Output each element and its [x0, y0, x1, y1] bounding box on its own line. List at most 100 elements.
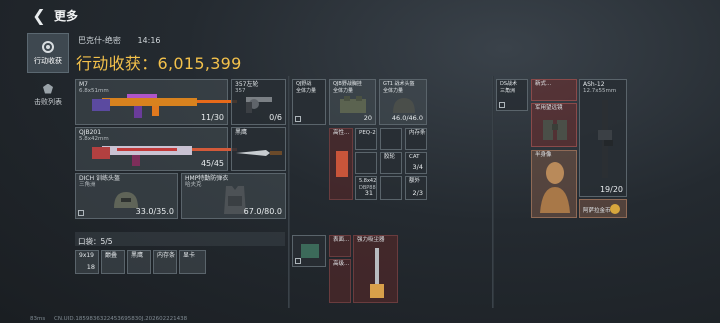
rig-slot[interactable]: CAT 3/4 — [405, 152, 427, 174]
match-time: 14:16 — [137, 36, 161, 45]
item-name: 阿萨拉金币 — [583, 208, 611, 214]
revolver-icon — [246, 97, 272, 113]
divider — [492, 76, 494, 308]
pouch-item[interactable]: 内存条 — [153, 250, 177, 274]
pouch-item[interactable]: 黑鹰 — [127, 250, 151, 274]
chest-rig-icon — [340, 96, 366, 113]
tab-operation-gains-label: 行动收获 — [34, 56, 62, 65]
rig-slot[interactable]: 内存条 — [405, 128, 427, 150]
case-item[interactable]: 阿萨拉金币 — [579, 199, 627, 218]
pouch-item[interactable]: 巅叠 — [101, 250, 125, 274]
item-name: 内存条 — [409, 130, 426, 136]
item-name: 9x19 — [79, 252, 95, 259]
pouch-item[interactable]: 9x19 18 — [75, 250, 99, 274]
ammo-count: 0/6 — [269, 113, 282, 122]
item-name: 内存条 — [157, 252, 176, 259]
top-bar: ❮ 更多 — [0, 0, 720, 30]
item-name: 新式... — [535, 81, 552, 87]
lock-icon — [78, 210, 84, 216]
item-faction: 哈夫克 — [185, 182, 202, 188]
tab-operation-gains[interactable]: 行动收获 — [27, 33, 69, 73]
backpack-item[interactable]: 高级... — [329, 259, 351, 303]
item-name: 显卡 — [183, 252, 196, 259]
item-name: 5.8x42 — [359, 178, 377, 184]
rig-slot[interactable] — [355, 152, 377, 174]
page-title: 更多 — [54, 8, 79, 23]
rig-slot[interactable]: QJ野战 全体力量 — [292, 79, 326, 125]
slot-primary-weapon[interactable]: M7 6.8x51mm 11/30 — [75, 79, 237, 125]
item-name: 357左轮 — [235, 81, 259, 88]
item-name: ASh-12 — [583, 81, 605, 88]
item-name: QJB201 — [79, 129, 102, 136]
item-count: 2/3 — [412, 189, 423, 197]
slot-pistol[interactable]: 357左轮 357 0/6 — [231, 79, 286, 125]
rig-slot[interactable]: 5.8x42 DBP88 31 — [355, 176, 377, 200]
bust-statue-icon — [540, 162, 570, 213]
durability: 33.0/35.0 — [135, 207, 174, 216]
binoculars-icon — [543, 120, 567, 140]
match-info: 巴克什-绝密 14:16 — [78, 35, 175, 46]
item-name: QJ野战 全体力量 — [296, 81, 317, 94]
case-slot[interactable]: DS战术 三角洲 — [496, 79, 528, 111]
item-name: 高性... — [333, 130, 350, 136]
ammo-count: 45/45 — [200, 159, 224, 168]
pouch-count: 5/5 — [100, 237, 113, 246]
divider — [288, 76, 290, 308]
helmet-icon — [393, 98, 415, 113]
item-count: 18 — [86, 263, 95, 271]
item-name: 半身像 — [535, 152, 552, 158]
case-item[interactable]: 新式... — [531, 79, 577, 101]
item-name: GT1 战术头盔 全体力量 — [383, 81, 415, 94]
back-arrow-icon[interactable]: ❮ — [28, 4, 50, 26]
item-name: DS战术 三角洲 — [500, 81, 518, 94]
tab-kill-list[interactable]: 击败列表 — [27, 75, 69, 115]
case-item-weapon[interactable]: ASh-12 12.7x55mm 19/20 — [579, 79, 627, 197]
item-name: HMP特勤防弹衣 — [185, 175, 229, 182]
item-name: 强力吸尘器 — [357, 237, 385, 243]
pouch-item[interactable]: 显卡 — [179, 250, 206, 274]
lock-icon — [499, 102, 505, 108]
item-count: 31 — [364, 189, 373, 197]
item-caliber: 12.7x55mm — [583, 88, 617, 94]
item-name: 黑鹰 — [235, 129, 248, 136]
rig-slot[interactable]: GT1 战术头盔 全体力量 46.0/46.0 — [379, 79, 427, 125]
case-item[interactable]: 军用望远镜 — [531, 103, 577, 147]
ammo-count: 19/20 — [599, 185, 623, 194]
backpack-item[interactable]: 表面... — [329, 235, 351, 257]
rig-slot[interactable]: PEQ-2 — [355, 128, 377, 150]
rig-slot[interactable]: QJB野战胸挂 全体力量 20 — [329, 79, 376, 125]
slot-armor[interactable]: HMP特勤防弹衣 哈夫克 67.0/80.0 — [181, 173, 286, 219]
item-count: 3/4 — [412, 163, 423, 171]
knife-icon — [236, 150, 282, 156]
rig-slot[interactable]: 高性... — [329, 128, 353, 200]
backpack-item[interactable]: 强力吸尘器 — [353, 235, 398, 303]
ammo-count: 11/30 — [200, 113, 224, 122]
item-faction: 三角洲 — [79, 182, 96, 188]
pouch-title: 口袋：5/5 — [78, 236, 113, 247]
item-name: M7 — [79, 81, 88, 88]
rig-slot[interactable] — [380, 128, 402, 150]
uid: CN.UID.1859836322453695830J.202602221438 — [53, 316, 188, 322]
case-item[interactable]: 半身像 — [531, 150, 577, 218]
slot-melee[interactable]: 黑鹰 — [231, 127, 286, 171]
rig-slot[interactable] — [380, 176, 402, 200]
rig-slot[interactable]: 胶轮 — [380, 152, 402, 174]
item-name: 额外 — [409, 178, 421, 184]
item-name: 巅叠 — [105, 252, 118, 259]
earnings-value: 6,015,399 — [157, 54, 242, 73]
durability: 67.0/80.0 — [243, 207, 282, 216]
gold-coin-icon — [610, 204, 620, 214]
item-name: DICH 训练头盔 — [79, 175, 120, 182]
backpack-slot[interactable] — [292, 235, 326, 267]
status-bar: 83ms CN.UID.1859836322453695830J.2026022… — [30, 316, 187, 322]
slot-helmet[interactable]: DICH 训练头盔 三角洲 33.0/35.0 — [75, 173, 178, 219]
target-icon — [42, 40, 54, 53]
map-name: 巴克什-绝密 — [78, 36, 121, 45]
item-name: QJB野战胸挂 全体力量 — [333, 81, 362, 94]
earnings-label: 行动收获： — [76, 54, 158, 73]
rig-slot[interactable]: 额外 2/3 — [405, 176, 427, 200]
slot-secondary-weapon[interactable]: QJB201 5.8x42mm 45/45 — [75, 127, 237, 171]
item-name: 高级... — [333, 261, 350, 267]
backpack-icon — [301, 244, 319, 258]
badge-icon — [43, 83, 53, 94]
